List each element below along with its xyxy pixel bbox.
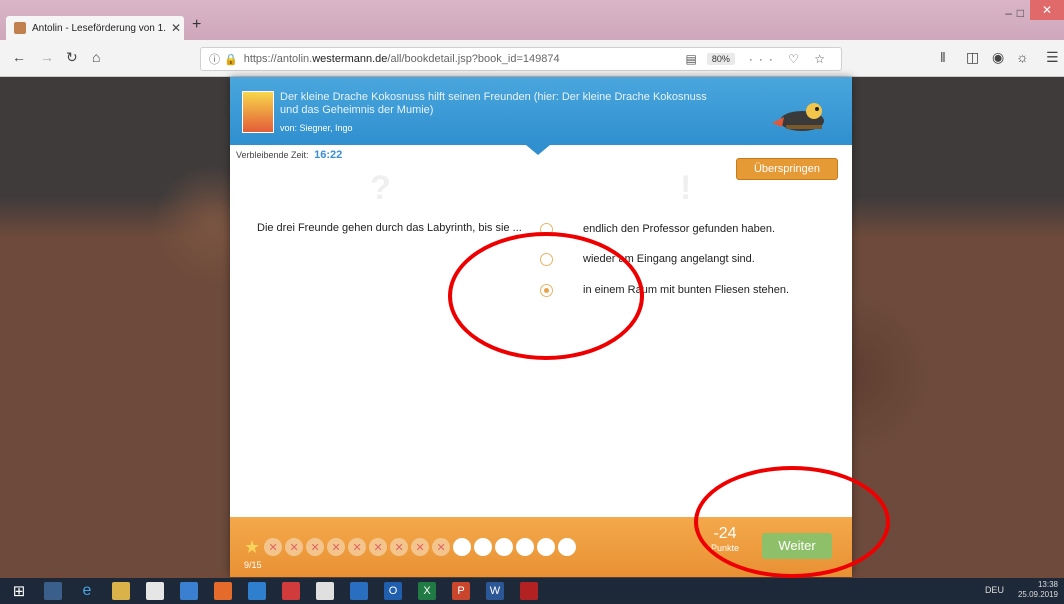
app-icon[interactable]	[180, 582, 198, 600]
windows-taskbar: ⊞ e O X P W DEU 13:38 25.09.2019	[0, 578, 1064, 604]
progress-dot-wrong: ✕	[411, 538, 430, 556]
excel-icon[interactable]: X	[418, 582, 436, 600]
extension-icon[interactable]: ◉	[992, 49, 1004, 66]
progress-dot-open	[516, 538, 535, 556]
annotation-circle-next	[694, 466, 890, 578]
sidebar-icon[interactable]: ◫	[966, 49, 979, 66]
book-author: von: Siegner, Ingo	[280, 123, 353, 133]
star-icon: ★	[244, 536, 261, 557]
user-icon[interactable]	[44, 582, 62, 600]
question-mark-icon: ?	[370, 169, 391, 207]
answer-option-1[interactable]: endlich den Professor gefunden haben.	[540, 221, 840, 237]
firefox-icon[interactable]	[214, 582, 232, 600]
progress-dot-wrong: ✕	[390, 538, 409, 556]
progress-dot-wrong: ✕	[327, 538, 346, 556]
exclamation-mark-icon: !	[680, 169, 692, 207]
address-bar[interactable]: ⓘ 🔒 https://antolin.westermann.de/all/bo…	[200, 47, 842, 71]
progress-dot-wrong: ✕	[432, 538, 451, 556]
progress-dot-wrong: ✕	[306, 538, 325, 556]
clock[interactable]: 13:38 25.09.2019	[1018, 580, 1058, 600]
chrome-icon[interactable]	[316, 582, 334, 600]
file-explorer-icon[interactable]	[112, 582, 130, 600]
clock-date: 25.09.2019	[1017, 590, 1058, 599]
progress-dot-wrong: ✕	[369, 538, 388, 556]
question-text: Die drei Freunde gehen durch das Labyrin…	[257, 222, 522, 234]
book-header: Der kleine Drache Kokosnuss hilft seinen…	[230, 77, 852, 155]
library-icon[interactable]: ‖	[940, 49, 946, 65]
book-cover-image	[242, 91, 274, 133]
antolin-favicon-icon	[14, 22, 26, 34]
lock-icon[interactable]: 🔒	[224, 53, 238, 66]
acrobat-icon[interactable]	[520, 582, 538, 600]
progress-dot-open	[495, 538, 514, 556]
outlook-icon[interactable]: O	[384, 582, 402, 600]
progress-dot-wrong: ✕	[264, 538, 283, 556]
browser-tab[interactable]: Antolin - Leseförderung von 1. ✕	[6, 16, 184, 40]
info-icon[interactable]: ⓘ	[209, 51, 220, 67]
progress-dot-open	[558, 538, 577, 556]
timer-label: Verbleibende Zeit:	[236, 150, 309, 160]
clock-time: 13:38	[1037, 580, 1058, 589]
restore-icon[interactable]: □	[1017, 6, 1024, 20]
reload-icon[interactable]: ↻	[66, 49, 78, 66]
browser-nav-bar: ← → ↻ ⌂ ⓘ 🔒 https://antolin.westermann.d…	[0, 40, 1064, 77]
skip-button[interactable]: Überspringen	[736, 158, 838, 180]
forward-arrow-icon[interactable]: →	[40, 49, 54, 65]
progress-dot-open	[537, 538, 556, 556]
windows-start-icon[interactable]: ⊞	[10, 582, 28, 600]
answer-label-1[interactable]: endlich den Professor gefunden haben.	[583, 223, 775, 235]
page-actions-icon[interactable]: ··· ♡ ☆	[749, 52, 831, 66]
progress-count: 9/15	[244, 560, 262, 570]
powerpoint-icon[interactable]: P	[452, 582, 470, 600]
browser-tab-bar: Antolin - Leseförderung von 1. ✕ + – □ ✕	[0, 0, 1064, 40]
progress-dot-open	[474, 538, 493, 556]
minimize-icon[interactable]: –	[1005, 6, 1012, 20]
home-icon[interactable]: ⌂	[92, 49, 100, 65]
progress-dots: ★ ✕ ✕ ✕ ✕ ✕ ✕ ✕ ✕ ✕	[244, 537, 579, 557]
annotation-circle-answers	[448, 232, 644, 360]
book-title: Der kleine Drache Kokosnuss hilft seinen…	[280, 91, 707, 116]
progress-dot-wrong: ✕	[285, 538, 304, 556]
header-notch	[526, 145, 550, 155]
url-text[interactable]: https://antolin.westermann.de/all/bookde…	[244, 53, 686, 65]
menu-icon[interactable]: ☰	[1046, 49, 1059, 66]
zoom-level-badge[interactable]: 80%	[706, 53, 735, 65]
remaining-time: Verbleibende Zeit: 16:22	[236, 149, 342, 161]
window-close-icon[interactable]: ✕	[1030, 0, 1064, 20]
language-indicator[interactable]: DEU	[985, 585, 1004, 595]
teamviewer-icon[interactable]	[248, 582, 266, 600]
edge-browser-icon[interactable]: e	[78, 582, 96, 600]
system-tray: DEU 13:38 25.09.2019	[985, 580, 1058, 600]
media-icon[interactable]	[282, 582, 300, 600]
new-tab-button[interactable]: +	[192, 16, 201, 34]
word-icon[interactable]: W	[486, 582, 504, 600]
extension-2-icon[interactable]: ☼	[1016, 49, 1029, 65]
close-tab-icon[interactable]: ✕	[168, 21, 184, 35]
tab-title: Antolin - Leseförderung von 1.	[32, 22, 166, 34]
timer-value: 16:22	[314, 149, 343, 161]
app-2-icon[interactable]	[350, 582, 368, 600]
document-icon[interactable]	[146, 582, 164, 600]
back-arrow-icon[interactable]: ←	[12, 49, 26, 65]
reader-view-icon[interactable]: ▤	[685, 52, 696, 66]
progress-dot-wrong: ✕	[348, 538, 367, 556]
dragon-mascot-icon	[772, 103, 824, 131]
progress-dot-open	[453, 538, 472, 556]
